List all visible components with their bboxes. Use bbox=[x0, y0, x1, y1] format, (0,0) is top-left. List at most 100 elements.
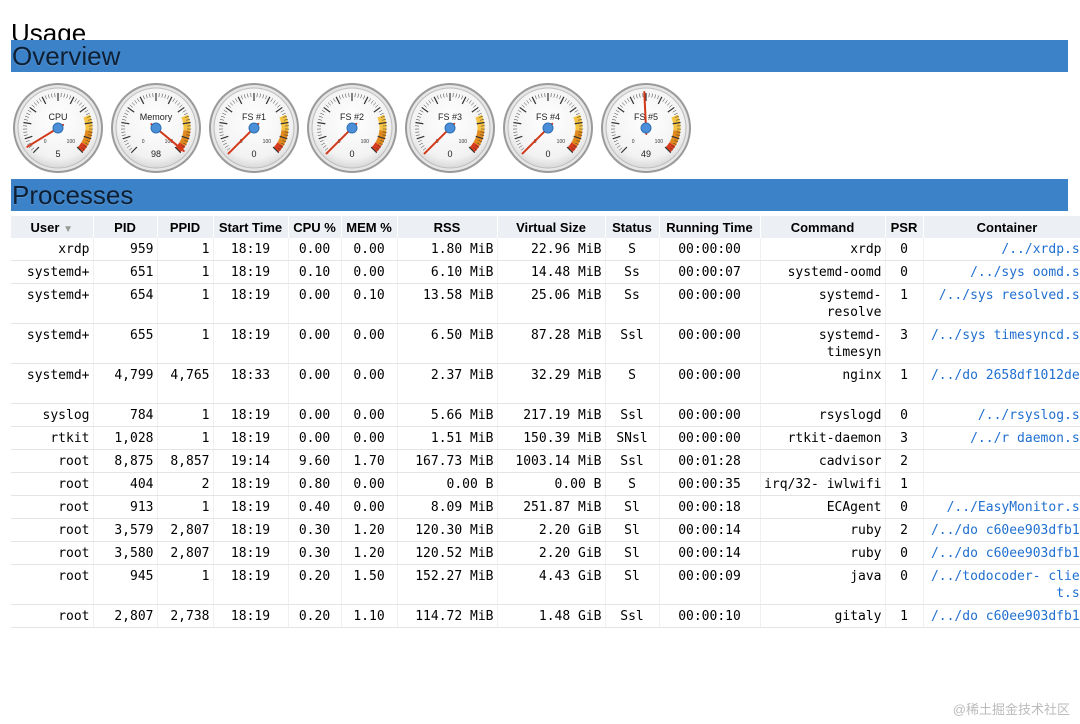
col-psr-header[interactable]: PSR bbox=[885, 216, 924, 238]
col-command-header[interactable]: Command bbox=[760, 216, 886, 238]
col-ppid-header[interactable]: PPID bbox=[157, 216, 214, 238]
cell-start-time: 18:19 bbox=[213, 564, 289, 605]
cell-virtual-size: 150.39 MiB bbox=[497, 426, 606, 450]
cell-user: syslog bbox=[11, 403, 94, 427]
cell-container-link[interactable]: /../r daemon.se bbox=[923, 426, 1080, 450]
cell-psr: 3 bbox=[885, 323, 924, 364]
cell-container-link[interactable]: / bbox=[923, 472, 1080, 496]
cell-container-link[interactable]: /../do c60ee903dfb13 bbox=[923, 604, 1080, 628]
table-row: systemd+ 654 1 18:19 0.00 0.10 13.58 MiB 25.06 … bbox=[11, 283, 1080, 324]
cell-container-link[interactable]: /../rsyslog.se bbox=[923, 403, 1080, 427]
cell-virtual-size: 217.19 MiB bbox=[497, 403, 606, 427]
cell-command: java bbox=[760, 564, 886, 605]
cell-status: SNsl bbox=[605, 426, 660, 450]
cell-cpu: 0.40 bbox=[288, 495, 342, 519]
cell-command: systemd- timesyn bbox=[760, 323, 886, 364]
cell-virtual-size: 1.48 GiB bbox=[497, 604, 606, 628]
cell-mem: 0.00 bbox=[341, 495, 398, 519]
cell-container-link[interactable]: /../do c60ee903dfb13 bbox=[923, 518, 1080, 542]
cell-container-link[interactable]: /../todocoder- client.se bbox=[923, 564, 1080, 605]
gauge-dial: 0100FS #10 bbox=[209, 83, 299, 173]
cell-rss: 1.80 MiB bbox=[397, 238, 498, 261]
cell-mem: 0.00 bbox=[341, 426, 398, 450]
cell-container-link[interactable]: /../do c60ee903dfb13 bbox=[923, 541, 1080, 565]
cell-running-time: 00:00:00 bbox=[659, 323, 761, 364]
cell-container-link[interactable] bbox=[923, 449, 1080, 473]
cell-container-link[interactable]: /../do 2658df1012de2f bbox=[923, 363, 1080, 404]
cell-container-link[interactable]: /../sys timesyncd.se bbox=[923, 323, 1080, 364]
sort-desc-icon[interactable]: ▼ bbox=[63, 224, 73, 235]
col-mem-header[interactable]: MEM % bbox=[341, 216, 398, 238]
cell-status: Ssl bbox=[605, 323, 660, 364]
cell-status: Sl bbox=[605, 518, 660, 542]
cell-rss: 13.58 MiB bbox=[397, 283, 498, 324]
gauge-hub bbox=[150, 122, 162, 134]
cell-status: Sl bbox=[605, 495, 660, 519]
cell-command: ruby bbox=[760, 541, 886, 565]
cell-pid: 1,028 bbox=[93, 426, 158, 450]
cell-virtual-size: 25.06 MiB bbox=[497, 283, 606, 324]
col-status-header[interactable]: Status bbox=[605, 216, 660, 238]
gauge-max-label: 100 bbox=[361, 139, 370, 145]
cell-container-link[interactable]: /../EasyMonitor.se bbox=[923, 495, 1080, 519]
cell-psr: 3 bbox=[885, 426, 924, 450]
table-row: xrdp 959 1 18:19 0.00 0.00 1.80 MiB 22.96 MiB S 0… bbox=[11, 238, 1080, 261]
cell-running-time: 00:00:14 bbox=[659, 541, 761, 565]
cell-virtual-size: 2.20 GiB bbox=[497, 541, 606, 565]
cell-status: S bbox=[605, 472, 660, 496]
cell-container-link[interactable]: /../sys oomd.se bbox=[923, 260, 1080, 284]
cell-user: root bbox=[11, 541, 94, 565]
cell-command: gitaly bbox=[760, 604, 886, 628]
cell-status: Ssl bbox=[605, 403, 660, 427]
cell-psr: 0 bbox=[885, 403, 924, 427]
gauge-hub bbox=[248, 122, 260, 134]
gauge-label: FS #1 bbox=[242, 112, 266, 122]
gauge-fs-5: 0 100 FS #5 49 bbox=[600, 82, 692, 174]
table-row: root 913 1 18:19 0.40 0.00 8.09 MiB 251.87 MiB S… bbox=[11, 495, 1080, 519]
gauge-min-label: 0 bbox=[632, 139, 635, 145]
cell-mem: 0.10 bbox=[341, 283, 398, 324]
cell-command: irq/32- iwlwifi bbox=[760, 472, 886, 496]
cell-mem: 1.70 bbox=[341, 449, 398, 473]
gauge-dial: 0100FS #30 bbox=[405, 83, 495, 173]
cell-mem: 1.10 bbox=[341, 604, 398, 628]
cell-container-link[interactable]: /../sys resolved.se bbox=[923, 283, 1080, 324]
cell-cpu: 0.00 bbox=[288, 238, 342, 261]
cell-cpu: 0.10 bbox=[288, 260, 342, 284]
cell-rss: 6.50 MiB bbox=[397, 323, 498, 364]
col-cpu-header[interactable]: CPU % bbox=[288, 216, 342, 238]
cell-running-time: 00:00:00 bbox=[659, 363, 761, 404]
cell-ppid: 2,807 bbox=[157, 541, 214, 565]
col-running-time-header[interactable]: Running Time bbox=[659, 216, 761, 238]
watermark: @稀土掘金技术社区 bbox=[952, 702, 1070, 717]
gauge-hub bbox=[640, 122, 652, 134]
gauge-label: Memory bbox=[140, 112, 173, 122]
col-start-time-header[interactable]: Start Time bbox=[213, 216, 289, 238]
gauge-hub bbox=[444, 122, 456, 134]
gauge-max-label: 100 bbox=[459, 139, 468, 145]
cell-rss: 8.09 MiB bbox=[397, 495, 498, 519]
cell-pid: 404 bbox=[93, 472, 158, 496]
cell-psr: 0 bbox=[885, 495, 924, 519]
gauge-label: FS #4 bbox=[536, 112, 560, 122]
cell-start-time: 18:19 bbox=[213, 238, 289, 261]
gauge-max-label: 100 bbox=[655, 139, 664, 145]
col-virtual-size-header[interactable]: Virtual Size bbox=[497, 216, 606, 238]
cell-user: systemd+ bbox=[11, 363, 94, 404]
cell-cpu: 0.30 bbox=[288, 541, 342, 565]
overview-title: Overview bbox=[12, 41, 121, 71]
col-container-header[interactable]: Container bbox=[923, 216, 1080, 238]
cell-mem: 0.00 bbox=[341, 260, 398, 284]
table-row: systemd+ 651 1 18:19 0.10 0.00 6.10 MiB 14.48 M… bbox=[11, 260, 1080, 284]
cell-user: root bbox=[11, 449, 94, 473]
cell-user: systemd+ bbox=[11, 283, 94, 324]
gauge-value: 49 bbox=[641, 149, 651, 159]
cell-user: xrdp bbox=[11, 238, 94, 261]
cell-start-time: 18:19 bbox=[213, 495, 289, 519]
col-user-header[interactable]: User ▼ bbox=[11, 216, 94, 238]
gauge-dial: 0 100Memory98 bbox=[111, 83, 201, 173]
col-pid-header[interactable]: PID bbox=[93, 216, 158, 238]
col-rss-header[interactable]: RSS bbox=[397, 216, 498, 238]
cell-container-link[interactable]: /../xrdp.se bbox=[923, 238, 1080, 261]
cell-mem: 0.00 bbox=[341, 238, 398, 261]
